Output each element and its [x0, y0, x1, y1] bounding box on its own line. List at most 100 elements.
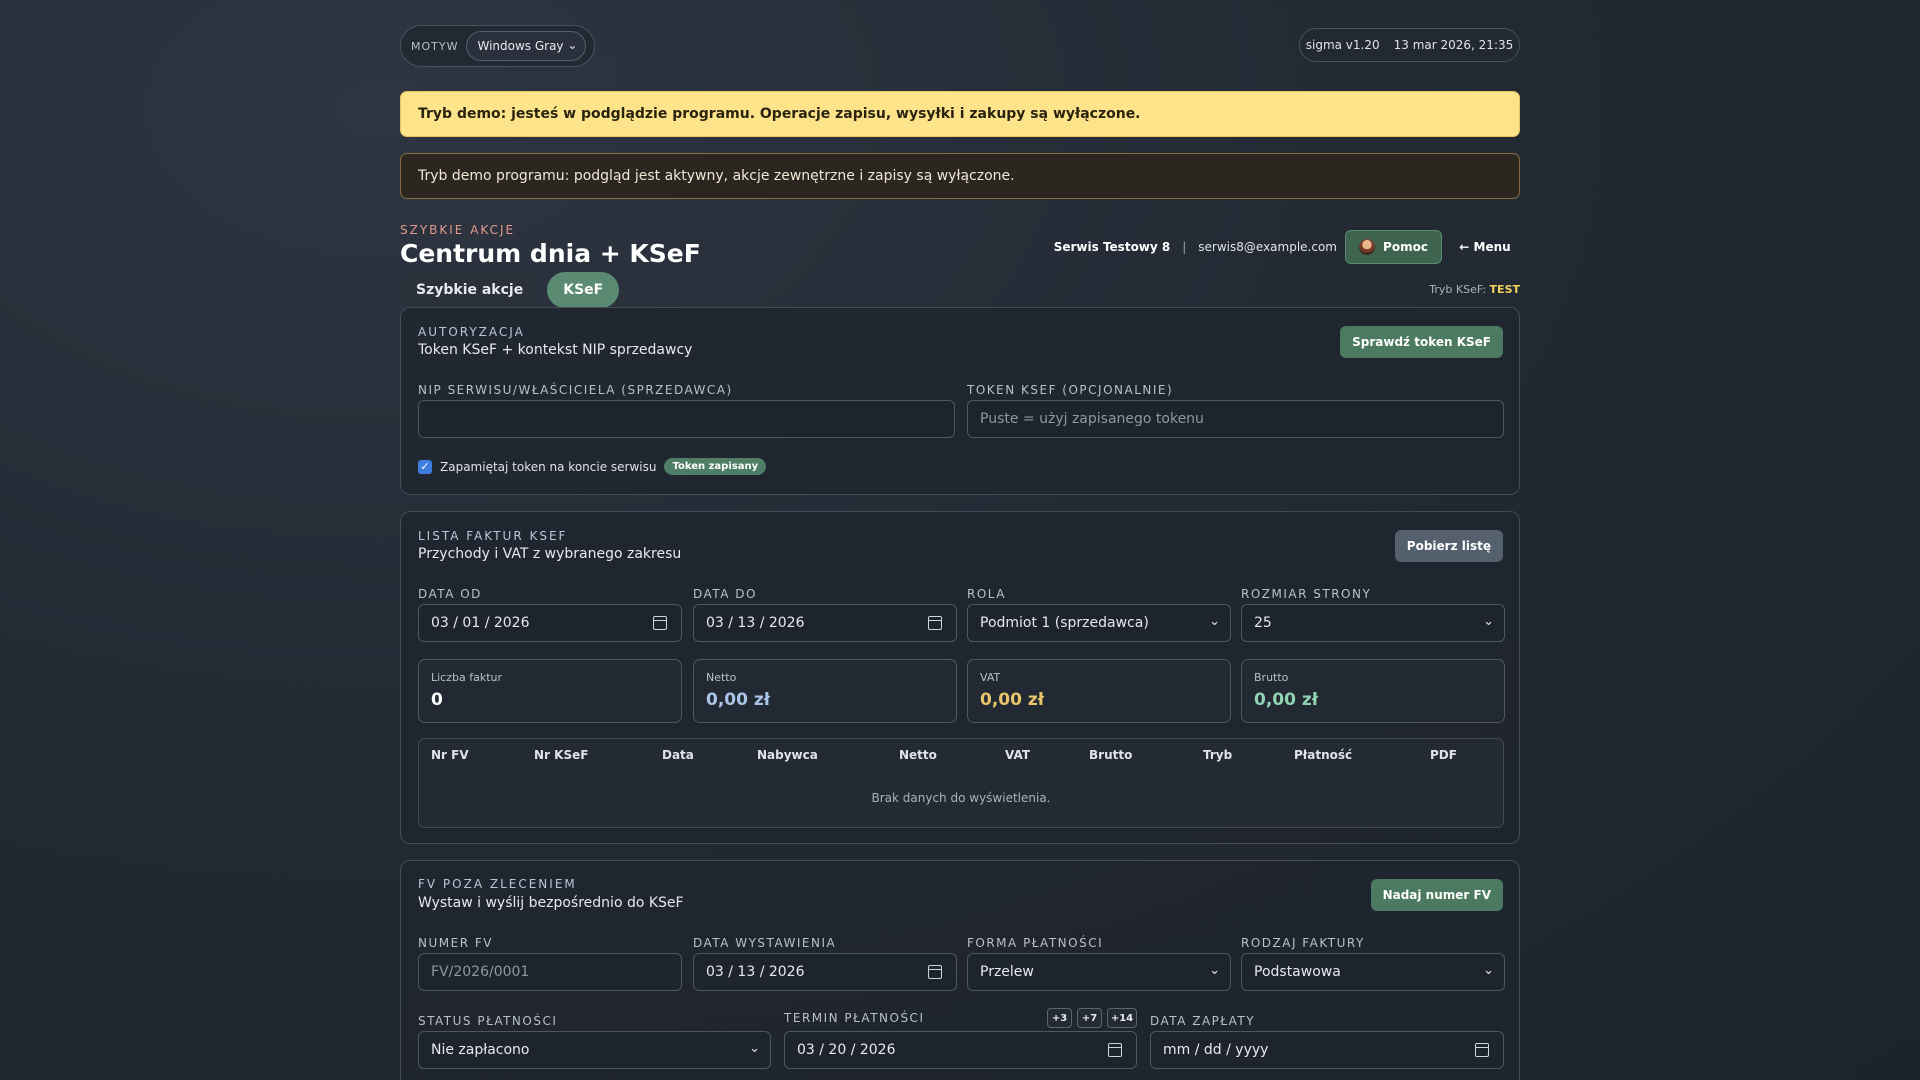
calendar-icon[interactable] [653, 616, 667, 630]
calendar-icon[interactable] [1475, 1043, 1489, 1057]
paid-date-input[interactable]: mm / dd / yyyy [1150, 1031, 1504, 1069]
page-title: Centrum dnia + KSeF [400, 239, 701, 268]
calendar-icon[interactable] [1108, 1043, 1122, 1057]
calendar-icon[interactable] [928, 965, 942, 979]
due-plus-3-button[interactable]: +3 [1047, 1008, 1072, 1028]
remember-token-label: Zapamiętaj token na koncie serwisu [440, 459, 657, 474]
user-separator: | [1182, 240, 1187, 254]
theme-select[interactable]: Windows Gray ⌄ [466, 31, 587, 61]
fv-number-input[interactable]: FV/2026/0001 [418, 953, 682, 991]
section-eyebrow: SZYBKIE AKCJE [400, 223, 516, 237]
help-button[interactable]: Pomoc [1345, 230, 1442, 264]
chevron-down-icon: ⌄ [567, 38, 578, 52]
nip-label: NIP SERWISU/WŁAŚCICIELA (SPRZEDAWCA) [418, 383, 733, 397]
theme-select-value: Windows Gray [477, 39, 564, 53]
payment-form-select[interactable]: Przelew ⌄ [967, 953, 1231, 991]
theme-label: MOTYW [411, 39, 459, 53]
due-date-value: 03 / 20 / 2026 [797, 1042, 896, 1058]
user-name: Serwis Testowy 8 [1053, 240, 1171, 254]
chevron-down-icon: ⌄ [1483, 963, 1494, 978]
invoice-type-label: RODZAJ FAKTURY [1241, 936, 1365, 950]
column-header-pdf[interactable]: PDF [1430, 748, 1457, 762]
column-header-nr-ksef[interactable]: Nr KSeF [534, 748, 588, 762]
column-header-mode[interactable]: Tryb [1203, 748, 1232, 762]
demo-warning-banner: Tryb demo: jesteś w podglądzie programu.… [400, 91, 1520, 137]
stat-value: 0 [431, 690, 443, 710]
date-to-label: DATA DO [693, 587, 757, 601]
date-from-input[interactable]: 03 / 01 / 2026 [418, 604, 682, 642]
chevron-down-icon: ⌄ [1483, 614, 1494, 629]
invoice-table: Nr FV Nr KSeF Data Nabywca Netto VAT Bru… [418, 738, 1504, 828]
version-label: sigma v1.20 [1305, 38, 1380, 52]
invoice-list-subtitle: Przychody i VAT z wybranego zakresu [418, 546, 682, 562]
fv-outside-panel: FV POZA ZLECENIEM Wystaw i wyślij bezpoś… [400, 860, 1520, 1080]
due-date-label: TERMIN PŁATNOŚCI [784, 1011, 925, 1025]
ksef-mode-value: TEST [1489, 283, 1520, 296]
demo-info-banner: Tryb demo programu: podgląd jest aktywny… [400, 153, 1520, 199]
column-header-gross[interactable]: Brutto [1089, 748, 1132, 762]
empty-state-text: Brak danych do wyświetlenia. [871, 791, 1051, 805]
role-select[interactable]: Podmiot 1 (sprzedawca) ⌄ [967, 604, 1231, 642]
tab-ksef[interactable]: KSeF [547, 272, 620, 308]
paid-date-label: DATA ZAPŁATY [1150, 1014, 1256, 1028]
due-plus-14-button[interactable]: +14 [1107, 1008, 1137, 1028]
auth-panel: AUTORYZACJA Token KSeF + kontekst NIP sp… [400, 307, 1520, 495]
stat-invoice-count: Liczba faktur 0 [418, 659, 682, 723]
column-header-net[interactable]: Netto [899, 748, 937, 762]
calendar-icon[interactable] [928, 616, 942, 630]
due-date-quick-buttons: +3 +7 +14 [1047, 1008, 1137, 1028]
payment-status-select[interactable]: Nie zapłacono ⌄ [418, 1031, 771, 1069]
ksef-mode-indicator: Tryb KSeF: TEST [1429, 283, 1520, 296]
chevron-down-icon: ⌄ [749, 1041, 760, 1056]
menu-button[interactable]: ← Menu [1450, 230, 1520, 264]
due-date-input[interactable]: 03 / 20 / 2026 [784, 1031, 1137, 1069]
stat-value: 0,00 zł [1254, 690, 1319, 710]
date-from-value: 03 / 01 / 2026 [431, 615, 530, 631]
invoice-type-select[interactable]: Podstawowa ⌄ [1241, 953, 1505, 991]
user-area: Serwis Testowy 8 | serwis8@example.com P… [1054, 230, 1520, 264]
token-input[interactable]: Puste = użyj zapisanego tokenu [967, 400, 1504, 438]
payment-form-value: Przelew [980, 964, 1034, 980]
column-header-date[interactable]: Data [662, 748, 694, 762]
tab-bar: Szybkie akcje KSeF [400, 272, 620, 308]
paid-date-placeholder: mm / dd / yyyy [1163, 1042, 1269, 1058]
due-plus-7-button[interactable]: +7 [1077, 1008, 1102, 1028]
payment-status-label: STATUS PŁATNOŚCI [418, 1014, 558, 1028]
column-header-buyer[interactable]: Nabywca [757, 748, 818, 762]
assign-fv-number-button[interactable]: Nadaj numer FV [1370, 879, 1503, 911]
stat-label: Brutto [1254, 671, 1289, 684]
stat-vat: VAT 0,00 zł [967, 659, 1231, 723]
auth-eyebrow: AUTORYZACJA [418, 325, 525, 339]
stat-value: 0,00 zł [980, 690, 1045, 710]
fv-outside-subtitle: Wystaw i wyślij bezpośrednio do KSeF [418, 895, 684, 911]
stat-net: Netto 0,00 zł [693, 659, 957, 723]
page-size-value: 25 [1254, 615, 1272, 631]
stat-label: Liczba faktur [431, 671, 503, 684]
remember-token-checkbox[interactable]: ✓ [418, 459, 432, 474]
fv-outside-eyebrow: FV POZA ZLECENIEM [418, 877, 577, 891]
issue-date-label: DATA WYSTAWIENIA [693, 936, 837, 950]
invoice-type-value: Podstawowa [1254, 964, 1341, 980]
issue-date-input[interactable]: 03 / 13 / 2026 [693, 953, 957, 991]
fetch-list-button[interactable]: Pobierz listę [1394, 530, 1503, 562]
help-button-label: Pomoc [1383, 240, 1428, 254]
tab-quick-actions[interactable]: Szybkie akcje [400, 272, 540, 308]
remember-token-row: ✓ Zapamiętaj token na koncie serwisu Tok… [418, 458, 767, 475]
invoice-list-panel: LISTA FAKTUR KSEF Przychody i VAT z wybr… [400, 511, 1520, 844]
stat-value: 0,00 zł [706, 690, 771, 710]
token-saved-badge: Token zapisany [664, 458, 767, 475]
page-size-select[interactable]: 25 ⌄ [1241, 604, 1505, 642]
chevron-down-icon: ⌄ [1209, 614, 1220, 629]
column-header-payment[interactable]: Płatność [1294, 748, 1352, 762]
token-label: TOKEN KSEF (OPCJONALNIE) [967, 383, 1174, 397]
issue-date-value: 03 / 13 / 2026 [706, 964, 805, 980]
fv-number-label: NUMER FV [418, 936, 493, 950]
nip-input[interactable] [418, 400, 955, 438]
chevron-down-icon: ⌄ [1209, 963, 1220, 978]
date-to-input[interactable]: 03 / 13 / 2026 [693, 604, 957, 642]
check-token-button[interactable]: Sprawdź token KSeF [1340, 326, 1503, 358]
payment-status-value: Nie zapłacono [431, 1042, 530, 1058]
column-header-vat[interactable]: VAT [1005, 748, 1030, 762]
ksef-mode-label: Tryb KSeF: [1429, 283, 1487, 296]
column-header-nr-fv[interactable]: Nr FV [431, 748, 469, 762]
